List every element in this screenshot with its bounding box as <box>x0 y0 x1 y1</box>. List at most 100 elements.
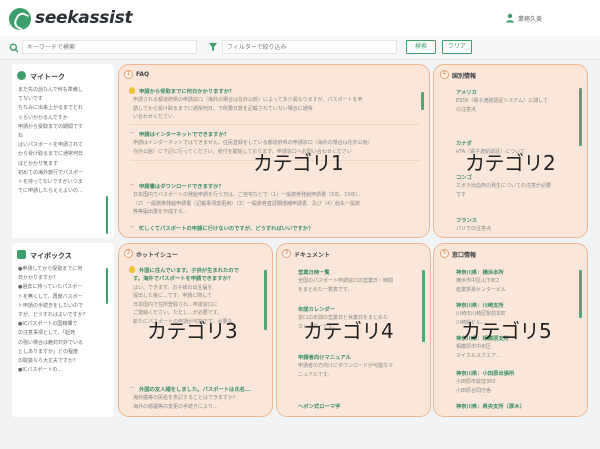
window-desc: 小田原市荻窪300 小田原合同庁舎 <box>456 378 576 395</box>
window-desc-line: 相模原市中央区 <box>456 344 492 350</box>
document-desc-line: 全国のパスポート申請窓口の営業日・時間 <box>298 278 394 284</box>
window-item[interactable]: 神奈川県：横浜本所 <box>456 268 504 276</box>
faq-answer-line: 日本国内でパスポートの発給申請を行う方は、ご自宅などで（1）一般旅券発給申請書（… <box>133 192 364 198</box>
mybox-line: すが、どうすればよいですか？ <box>18 312 88 319</box>
hot-issue-question[interactable]: 外国に住んでいます。子供が生まれたので <box>139 266 239 274</box>
window-desc-line: 小田原合同庁舎 <box>456 387 492 394</box>
clear-button[interactable]: クリア <box>442 40 472 54</box>
country-panel-title: 国別情報 <box>452 73 477 80</box>
hot-issue-answer: 海外婚等の民名を表記することはできますか？ 海外の婚姻等の変更の手続きにより..… <box>133 394 258 411</box>
country-scrollbar[interactable] <box>579 88 582 146</box>
hot-issue-question[interactable]: 外国の友人婚をしました。パスポートは氏名... <box>139 385 264 393</box>
search-button[interactable]: 検索 <box>406 40 436 54</box>
country-desc-line: です <box>456 191 467 198</box>
country-item[interactable]: アメリカ <box>456 88 477 96</box>
hot-issue-answer-line: 提出した後に...です。申請に際して <box>133 293 213 299</box>
faq-answer-line: 申請される都道府県の申請窓口（海外の場合は在外公館）によって多少異なりますが、パ… <box>133 97 363 103</box>
mytalk-line: トを持ってないですがいつま <box>18 179 83 186</box>
hot-issue-answer-line: 海外婚等の民名を表記することはできますか？ <box>133 395 239 401</box>
hot-issue-question-cont[interactable]: す。海外でパスポートを申請できますか？ <box>133 275 258 284</box>
faq-panel-number: 1 <box>124 70 133 79</box>
window-desc-line: 産業貿易センタービル <box>456 286 507 293</box>
mytalk-scrollbar[interactable] <box>106 196 108 234</box>
country-panel-number: 4 <box>440 70 449 79</box>
mytalk-line: てないです <box>18 96 43 103</box>
country-desc-line: の注意点 <box>456 106 477 113</box>
lightbulb-icon <box>129 87 135 94</box>
document-desc-line: をまとめた一覧表です。 <box>298 286 353 293</box>
user-name[interactable]: 業務久美 <box>518 14 542 23</box>
mybox-scrollbar[interactable] <box>106 268 108 304</box>
faq-category-label: カテゴリ1 <box>253 151 344 175</box>
mytalk-line: まだ先の話なんで何も準備し <box>18 87 83 93</box>
faq-answer-line: 請してから受け取るまでに通常何日、で所要日数を記載されていない場合に通常 <box>133 105 313 112</box>
window-desc-line: マイカルスクエア... <box>456 352 501 359</box>
document-item[interactable]: 年間カレンダー <box>298 305 335 313</box>
window-desc-line: 横浜市中区山下町2 <box>456 278 500 284</box>
window-panel-title: 窓口情報 <box>452 252 477 259</box>
mytalk-text: まだ先の話なんで何も準備し てないです ちなみに出来上がるまでどれ ぐらいかかる… <box>18 86 104 196</box>
faq-question[interactable]: 申請書はダウンロードできますか？ <box>139 182 224 190</box>
mybox-line: 日かかりますか？ <box>18 275 59 282</box>
user-icon[interactable] <box>505 13 515 23</box>
country-item[interactable]: フランス <box>456 216 477 224</box>
document-item[interactable]: ヘボン式ローマ字 <box>298 402 340 410</box>
document-desc: 全国のパスポート申請窓口の営業日・時間 をまとめた一覧表です。 <box>298 277 418 294</box>
mytalk-line: ほどかかり気ます <box>18 160 59 167</box>
faq-question[interactable]: 申請はインターネットでできますか？ <box>139 130 229 138</box>
window-item[interactable]: 神奈川県：県央支所（厚木） <box>456 402 525 410</box>
document-item[interactable]: 営業日時一覧 <box>298 268 330 276</box>
mybox-line[interactable]: ●過去に持っていたパスポー <box>18 283 104 292</box>
hot-issue-scrollbar[interactable] <box>264 270 267 330</box>
faq-answer-line: （2）一般旅券発給申請書（記載事項変更用）（3）一般旅券査証欄増補申請書、及び（… <box>133 200 361 207</box>
seekassist-logo-icon <box>9 8 31 30</box>
documents-panel-number: 3 <box>282 249 291 258</box>
document-item[interactable]: 申請者向けマニュアル <box>298 353 351 361</box>
hot-issue-answer-line: 海外の婚姻等の変更の手続きにより... <box>133 403 218 410</box>
mytalk-line: から受け取るまでに通常何日 <box>18 151 84 158</box>
search-input[interactable] <box>22 40 197 54</box>
country-item[interactable]: カナダ <box>456 139 472 147</box>
country-item-desc: エボラ出血熱の発生についての注意が必要 です <box>456 182 576 199</box>
faq-separator <box>130 124 420 125</box>
mytalk-line: ちなみに出来上がるまでどれ <box>18 105 84 112</box>
arrow-icon: ⇒ <box>130 130 135 136</box>
search-icon <box>9 43 19 53</box>
document-desc: 申請者の方向けにダウンロードが可能なマ ニュアルです。 <box>298 362 418 379</box>
faq-scrollbar[interactable] <box>421 92 424 110</box>
country-desc-line: パリでの注意点 <box>456 226 492 232</box>
window-desc: 横浜市中区山下町2 産業貿易センタービル <box>456 277 576 294</box>
country-item-desc: パリでの注意点 <box>456 225 576 234</box>
faq-question[interactable]: 申請から受取までに何日かかりますか？ <box>139 87 234 95</box>
mytalk-line: 申請から受取までの期間です <box>18 123 84 130</box>
mybox-line[interactable]: ●ICパスポートの国籍欄で <box>18 320 104 329</box>
country-desc-line: ESTA（電子渡航認証システム）に関して <box>456 98 549 104</box>
arrow-icon: ⇒ <box>130 182 135 188</box>
mybox-line: としありますか」どの程度 <box>18 348 79 355</box>
documents-scrollbar[interactable] <box>422 270 425 342</box>
document-desc-line: 申請者の方向けにダウンロードが可能なマ <box>298 363 394 369</box>
arrow-icon: ⇒ <box>130 385 135 391</box>
mytalk-line: ね <box>18 133 24 140</box>
country-item-desc: ESTA（電子渡航認証システム）に関して の注意点 <box>456 97 576 114</box>
mybox-title: マイボックス <box>30 252 72 260</box>
window-desc: 相模原市中央区 マイカルスクエア... <box>456 343 576 360</box>
app-logo: seekassist <box>35 8 133 28</box>
mybox-text: ●申請してから受取までに何 日かかりますか？ ●過去に持っていたパスポー トを無… <box>18 265 104 375</box>
filter-icon <box>209 43 217 51</box>
window-item[interactable]: 神奈川県：川崎支所 <box>456 301 504 309</box>
mybox-line: の注意事項として、「起死 <box>18 330 76 337</box>
country-desc-line: エボラ出血熱の発生についての注意が必要 <box>456 183 551 189</box>
mybox-line[interactable]: ●申請してから受取までに何 <box>18 265 104 274</box>
mybox-line: トを無くして、再度パスポー <box>18 293 83 300</box>
mybox-line[interactable]: ●ICパスポートの... <box>18 366 104 375</box>
hot-issue-answer-line: はい、できます。お子様の出生届を <box>133 284 213 291</box>
mytalk-line: 初めての海外旅行でパスポー <box>18 169 84 176</box>
mytalk-title: マイトーク <box>30 73 65 81</box>
window-scrollbar[interactable] <box>579 270 582 318</box>
documents-panel-title: ドキュメント <box>294 252 331 259</box>
hot-issue-panel-title: ホットイシュー <box>136 252 179 259</box>
window-item[interactable]: 神奈川県：小田原出張所 <box>456 369 514 377</box>
faq-question[interactable]: 忙しくてパスポートの申請に行けないのですが、どうすればいいですか？ <box>139 224 313 232</box>
filter-input[interactable] <box>222 40 397 54</box>
